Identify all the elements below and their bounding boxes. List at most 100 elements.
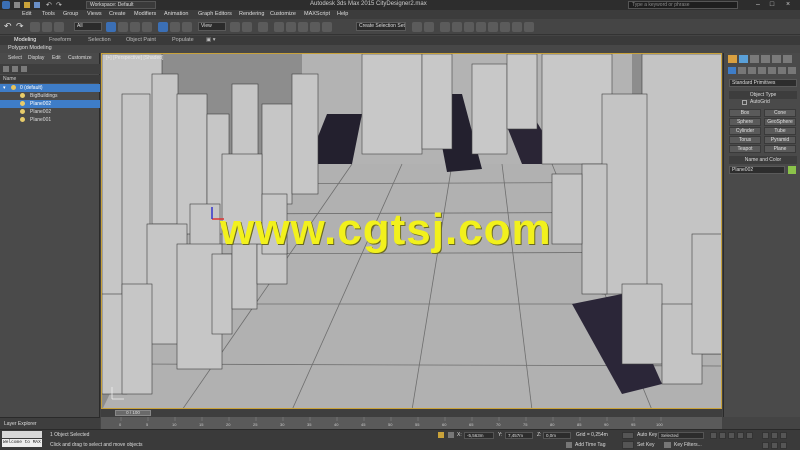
torus-button[interactable]: Torus <box>729 136 761 144</box>
align-icon[interactable] <box>424 22 434 32</box>
list-item[interactable]: Plane002 <box>0 100 100 108</box>
rectangular-selection-icon[interactable] <box>130 22 140 32</box>
pan-view-icon[interactable] <box>762 432 769 439</box>
viewport-label[interactable]: [+] [Perspective] [Shaded] <box>106 55 163 61</box>
tab-selection[interactable]: Selection <box>88 37 111 43</box>
se-menu-display[interactable]: Display <box>28 55 44 61</box>
bind-space-warp-icon[interactable] <box>54 22 64 32</box>
add-time-tag-icon[interactable] <box>566 442 572 448</box>
cylinder-button[interactable]: Cylinder <box>729 127 761 135</box>
systems-category-icon[interactable] <box>788 67 796 74</box>
list-item[interactable]: Plane002 <box>0 108 100 116</box>
menu-create[interactable]: Create <box>109 11 126 17</box>
key-filters-button[interactable]: Key Filters... <box>674 442 702 448</box>
pyramid-button[interactable]: Pyramid <box>764 136 796 144</box>
absolute-mode-icon[interactable] <box>448 432 454 438</box>
keyboard-shortcut-override-icon[interactable] <box>258 22 268 32</box>
spacewarps-category-icon[interactable] <box>778 67 786 74</box>
tab-freeform[interactable]: Freeform <box>49 37 71 43</box>
material-editor-icon[interactable] <box>488 22 498 32</box>
menu-tools[interactable]: Tools <box>42 11 55 17</box>
close-icon[interactable]: × <box>782 1 794 9</box>
tab-populate[interactable]: Populate <box>172 37 194 43</box>
autogrid-checkbox[interactable] <box>742 100 747 105</box>
quick-access-open-icon[interactable] <box>24 2 30 8</box>
filter-icon[interactable] <box>3 66 9 72</box>
cameras-category-icon[interactable] <box>758 67 766 74</box>
undo-button-icon[interactable]: ↶ <box>4 21 12 32</box>
layer-icon[interactable] <box>11 85 16 90</box>
quick-access-save-icon[interactable] <box>34 2 40 8</box>
snaps-toggle-icon[interactable] <box>274 22 284 32</box>
ribbon-options-icon[interactable]: ▣ ▾ <box>206 37 216 43</box>
angle-snap-icon[interactable] <box>286 22 296 32</box>
curve-editor-icon[interactable] <box>464 22 474 32</box>
menu-customize[interactable]: Customize <box>270 11 296 17</box>
selection-filter-dropdown[interactable]: All <box>74 22 102 31</box>
menu-group[interactable]: Group <box>63 11 78 17</box>
name-and-color-rollout[interactable]: Name and Color <box>729 156 797 164</box>
set-key-button-icon[interactable] <box>622 441 634 449</box>
object-type-rollout[interactable]: Object Type <box>729 91 797 99</box>
layer-explorer-label[interactable]: Layer Explorer <box>4 421 37 427</box>
object-name-input[interactable]: Plane002 <box>729 166 785 174</box>
hierarchy-tab-icon[interactable] <box>750 55 759 63</box>
menu-modifiers[interactable]: Modifiers <box>134 11 156 17</box>
select-and-rotate-icon[interactable] <box>170 22 180 32</box>
zoom-icon[interactable] <box>780 432 787 439</box>
light-bulb-icon[interactable] <box>20 101 25 106</box>
select-link-icon[interactable] <box>30 22 40 32</box>
trackbar[interactable]: 0 5 10 15 20 25 30 35 40 45 50 55 60 65 … <box>101 417 722 429</box>
previous-frame-icon[interactable] <box>719 432 726 439</box>
percent-snap-icon[interactable] <box>298 22 308 32</box>
menu-animation[interactable]: Animation <box>164 11 188 17</box>
tab-object-paint[interactable]: Object Paint <box>126 37 156 43</box>
field-of-view-icon[interactable] <box>762 442 769 449</box>
orbit-icon[interactable] <box>771 432 778 439</box>
geometry-category-icon[interactable] <box>728 67 736 74</box>
teapot-button[interactable]: Teapot <box>729 145 761 153</box>
sphere-button[interactable]: Sphere <box>729 118 761 126</box>
box-button[interactable]: Box <box>729 109 761 117</box>
menu-views[interactable]: Views <box>87 11 102 17</box>
select-object-icon[interactable] <box>106 22 116 32</box>
light-bulb-icon[interactable] <box>20 117 25 122</box>
se-menu-customize[interactable]: Customize <box>68 55 92 61</box>
redo-icon[interactable]: ↷ <box>56 1 62 9</box>
light-bulb-icon[interactable] <box>20 109 25 114</box>
auto-key-button[interactable]: Auto Key <box>637 432 657 438</box>
select-and-move-icon[interactable] <box>158 22 168 32</box>
modify-tab-icon[interactable] <box>739 55 748 63</box>
set-key-button[interactable]: Set Key <box>637 442 655 448</box>
helpers-category-icon[interactable] <box>768 67 776 74</box>
go-to-end-icon[interactable] <box>746 432 753 439</box>
maxscript-listener-mini[interactable] <box>2 431 42 438</box>
shapes-category-icon[interactable] <box>738 67 746 74</box>
quick-access-new-icon[interactable] <box>14 2 20 8</box>
x-coordinate-field[interactable]: -5,563m <box>464 432 494 439</box>
list-item[interactable]: BigBuildings <box>0 92 100 100</box>
layer-manager-icon[interactable] <box>440 22 450 32</box>
graphite-ribbon-icon[interactable] <box>452 22 462 32</box>
lights-category-icon[interactable] <box>748 67 756 74</box>
create-tab-icon[interactable] <box>728 55 737 63</box>
key-mode-dropdown[interactable]: Selected <box>658 432 704 439</box>
plane-button[interactable]: Plane <box>764 145 796 153</box>
zoom-extents-icon[interactable] <box>771 442 778 449</box>
minimize-icon[interactable]: – <box>752 1 764 9</box>
pivot-center-icon[interactable] <box>230 22 240 32</box>
next-frame-icon[interactable] <box>737 432 744 439</box>
polygon-modeling-label[interactable]: Polygon Modeling <box>8 45 52 51</box>
motion-tab-icon[interactable] <box>761 55 770 63</box>
play-icon[interactable] <box>728 432 735 439</box>
z-coordinate-field[interactable]: 0,0m <box>543 432 571 439</box>
list-item[interactable]: ▾ 0 (default) <box>0 84 100 92</box>
y-coordinate-field[interactable]: 7,457m <box>505 432 533 439</box>
rendered-frame-window-icon[interactable] <box>512 22 522 32</box>
list-item[interactable]: Plane001 <box>0 116 100 124</box>
workspace-dropdown[interactable]: Workspace: Default <box>86 1 156 9</box>
display-tab-icon[interactable] <box>772 55 781 63</box>
filter-icon-3[interactable] <box>21 66 27 72</box>
add-time-tag-button[interactable]: Add Time Tag <box>575 442 605 448</box>
render-setup-icon[interactable] <box>500 22 510 32</box>
